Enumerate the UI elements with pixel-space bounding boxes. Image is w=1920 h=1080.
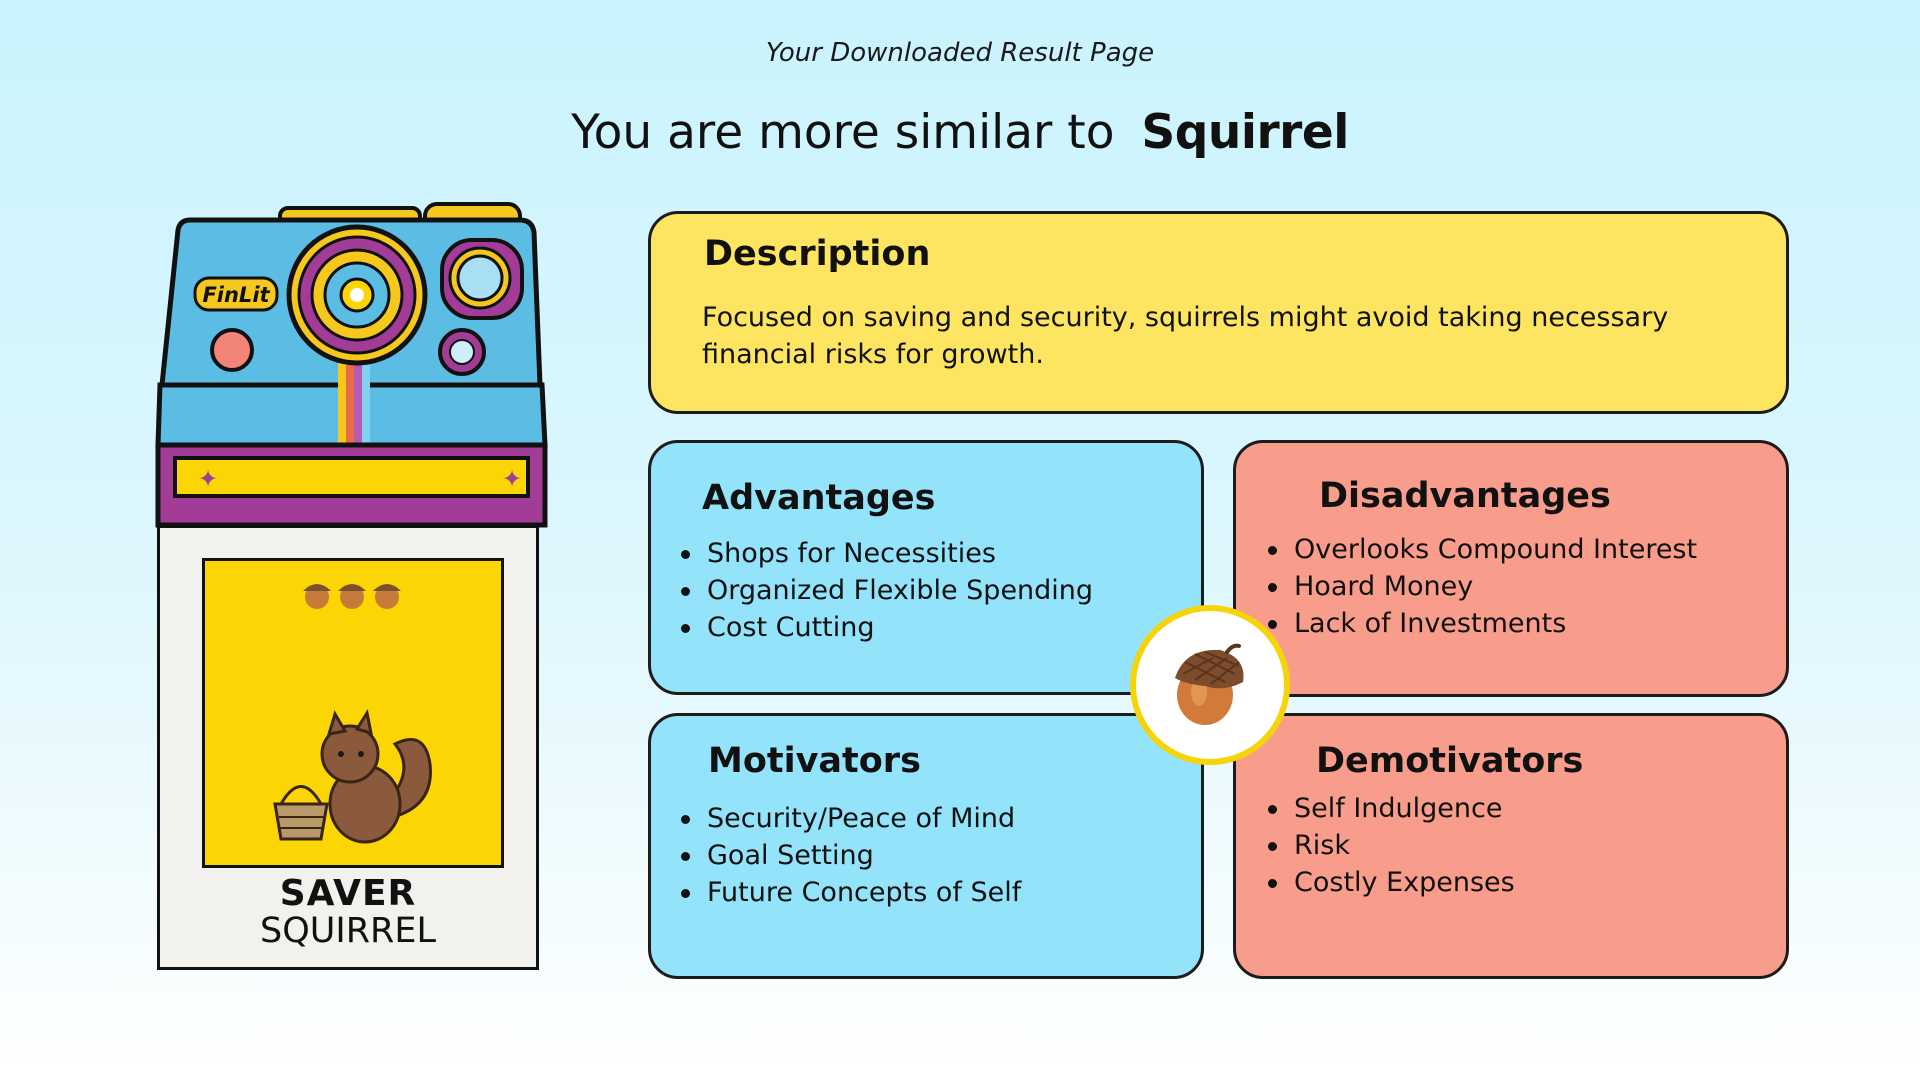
list-item: Costly Expenses <box>1266 864 1515 901</box>
advantages-list: Shops for Necessities Organized Flexible… <box>679 535 1093 646</box>
motivators-card: Motivators Security/Peace of Mind Goal S… <box>648 713 1204 979</box>
squirrel-icon <box>273 709 432 844</box>
disadvantages-title: Disadvantages <box>1319 476 1611 516</box>
list-item: Goal Setting <box>679 837 1021 874</box>
description-card: Description Focused on saving and securi… <box>648 211 1789 414</box>
disadvantages-card: Disadvantages Overlooks Compound Interes… <box>1233 440 1789 697</box>
demotivators-title: Demotivators <box>1316 741 1584 781</box>
list-item: Security/Peace of Mind <box>679 800 1021 837</box>
list-item: Overlooks Compound Interest <box>1266 531 1697 568</box>
description-text: Focused on saving and security, squirrel… <box>702 302 1669 370</box>
motivators-list: Security/Peace of Mind Goal Setting Futu… <box>679 800 1021 911</box>
demotivators-card: Demotivators Self Indulgence Risk Costly… <box>1233 713 1789 979</box>
photo-card: SAVER SQUIRREL <box>157 525 539 970</box>
acorn-icon <box>303 584 401 609</box>
list-item: Future Concepts of Self <box>679 874 1021 911</box>
acorn-icon <box>1175 643 1244 725</box>
headline-prefix: You are more similar to <box>571 105 1115 160</box>
list-item: Cost Cutting <box>679 609 1093 646</box>
advantages-title: Advantages <box>702 478 936 518</box>
camera-brand-label: FinLit <box>202 283 270 307</box>
list-item: Lack of Investments <box>1266 605 1697 642</box>
disadvantages-list: Overlooks Compound Interest Hoard Money … <box>1266 531 1697 642</box>
list-item: Shops for Necessities <box>679 535 1093 572</box>
list-item: Risk <box>1266 827 1515 864</box>
camera-icon: ✦ ✦ FinLit <box>155 202 548 528</box>
list-item: Organized Flexible Spending <box>679 572 1093 609</box>
page-headline: You are more similar to Squirrel <box>0 105 1920 160</box>
description-title: Description <box>704 234 931 274</box>
photo-frame <box>202 558 504 868</box>
motivators-title: Motivators <box>708 741 921 781</box>
list-item: Self Indulgence <box>1266 790 1515 827</box>
list-item: Hoard Money <box>1266 568 1697 605</box>
svg-text:✦: ✦ <box>502 465 522 493</box>
page-subtitle: Your Downloaded Result Page <box>765 38 1155 68</box>
advantages-card: Advantages Shops for Necessities Organiz… <box>648 440 1204 695</box>
svg-text:✦: ✦ <box>198 465 218 493</box>
photo-caption: SQUIRREL <box>260 911 436 951</box>
headline-animal: Squirrel <box>1141 105 1349 160</box>
photo-caption-bold: SAVER <box>279 873 417 914</box>
acorn-badge <box>1130 605 1290 765</box>
demotivators-list: Self Indulgence Risk Costly Expenses <box>1266 790 1515 901</box>
